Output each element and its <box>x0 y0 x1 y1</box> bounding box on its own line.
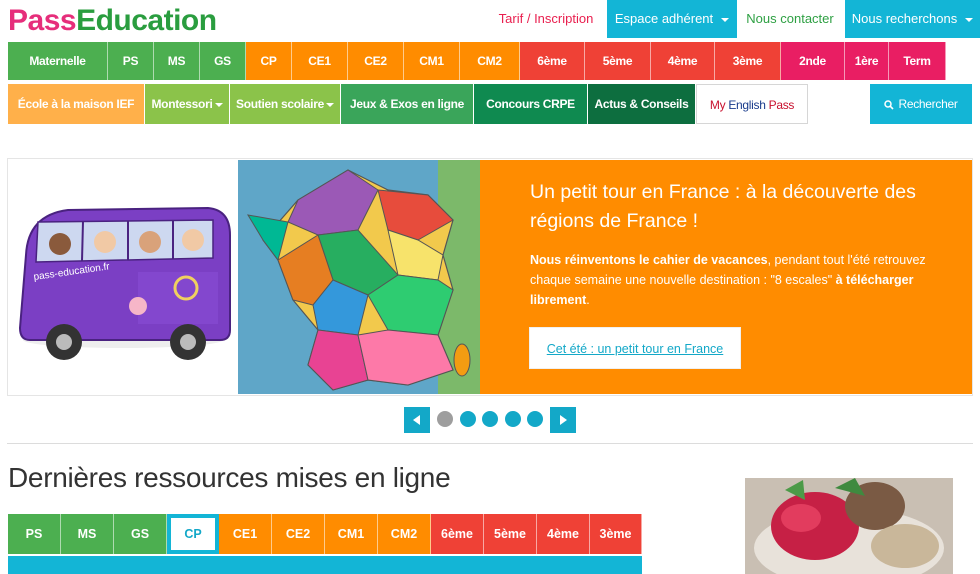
nav-level-maternelle[interactable]: Maternelle <box>8 42 108 80</box>
search-button[interactable]: Rechercher <box>870 84 972 124</box>
slider-dot[interactable] <box>527 411 543 427</box>
nous-contacter-link[interactable]: Nous contacter <box>737 0 843 38</box>
slider-dot[interactable] <box>437 411 453 427</box>
nav-ief-label: École à la maison IEF <box>17 97 135 111</box>
nav-jeux-label: Jeux & Exos en ligne <box>349 97 465 111</box>
resource-tab-ms[interactable]: MS <box>61 514 114 554</box>
english-pass-my: My <box>709 98 729 112</box>
caret-right-icon <box>560 415 567 425</box>
search-icon <box>884 100 895 110</box>
nav-level-6ème[interactable]: 6ème <box>520 42 585 80</box>
nav-actus-conseils[interactable]: Actus & Conseils <box>588 84 695 124</box>
nav-level-gs[interactable]: GS <box>200 42 246 80</box>
resources-level-tabs: PS MS GS CP CE1 CE2 CM1 CM2 6ème 5ème 4ème 3ème <box>8 514 642 554</box>
nav-jeux-exos[interactable]: Jeux & Exos en ligne <box>341 84 473 124</box>
nav-level-term[interactable]: Term <box>889 42 946 80</box>
resource-tab-cp[interactable]: CP <box>167 514 219 554</box>
resources-section-title: Dernières ressources mises en ligne <box>8 462 451 493</box>
nav-actus-label: Actus & Conseils <box>594 97 689 111</box>
resource-tab-gs[interactable]: GS <box>114 514 167 554</box>
slide-text-end: . <box>586 293 590 307</box>
resource-tab-cm1[interactable]: CM1 <box>325 514 378 554</box>
nav-montessori[interactable]: Montessori <box>145 84 229 124</box>
logo-pass-text: Pass <box>8 4 77 37</box>
level-nav: Maternelle PS MS GS CP CE1 CE2 CM1 CM2 6ème 5ème 4è… <box>8 42 972 80</box>
france-map-illustration <box>238 160 480 394</box>
category-nav: École à la maison IEF Montessori Soutien… <box>8 84 972 124</box>
site-logo[interactable]: PassEducation <box>8 2 217 40</box>
slide-title: Un petit tour en France : à la découvert… <box>530 181 916 232</box>
search-label: Rechercher <box>898 97 958 111</box>
slide-description: Nous réinventons le cahier de vacances, … <box>530 250 940 310</box>
slider-next-button[interactable] <box>550 407 576 433</box>
espace-adherent-button[interactable]: Espace adhérent <box>607 0 737 38</box>
nav-level-cm2[interactable]: CM2 <box>460 42 520 80</box>
nav-level-2nde[interactable]: 2nde <box>781 42 845 80</box>
resource-tab-4ème[interactable]: 4ème <box>537 514 590 554</box>
resource-tab-cm2[interactable]: CM2 <box>378 514 431 554</box>
slide-cta-button[interactable]: Cet été : un petit tour en France <box>529 327 741 369</box>
resources-content-bar <box>8 556 642 574</box>
nav-level-ps[interactable]: PS <box>108 42 154 80</box>
chevron-down-icon <box>214 102 223 107</box>
nav-level-1ère[interactable]: 1ère <box>845 42 889 80</box>
nav-level-cm1[interactable]: CM1 <box>404 42 460 80</box>
nav-level-cp[interactable]: CP <box>246 42 292 80</box>
nav-level-5ème[interactable]: 5ème <box>585 42 651 80</box>
nav-level-ce2[interactable]: CE2 <box>348 42 404 80</box>
dessert-photo <box>745 478 953 574</box>
nous-recherchons-label: Nous recherchons <box>851 11 958 26</box>
slider-dot[interactable] <box>460 411 476 427</box>
resource-tab-ps[interactable]: PS <box>8 514 61 554</box>
nav-concours-label: Concours CRPE <box>486 97 575 111</box>
chevron-down-icon <box>965 17 974 22</box>
english-pass-english: English <box>728 98 766 112</box>
slider-dot[interactable] <box>505 411 521 427</box>
nav-soutien-scolaire[interactable]: Soutien scolaire <box>230 84 340 124</box>
nav-level-ms[interactable]: MS <box>154 42 200 80</box>
nav-ief[interactable]: École à la maison IEF <box>8 84 144 124</box>
bus-illustration: pass-education.fr <box>8 160 238 394</box>
chevron-down-icon <box>325 102 334 107</box>
section-divider <box>7 443 973 444</box>
resource-tab-6ème[interactable]: 6ème <box>431 514 484 554</box>
resource-tab-ce1[interactable]: CE1 <box>219 514 272 554</box>
nav-concours-crpe[interactable]: Concours CRPE <box>474 84 587 124</box>
logo-education-text: Education <box>76 4 217 37</box>
nav-level-4ème[interactable]: 4ème <box>651 42 715 80</box>
resource-tab-ce2[interactable]: CE2 <box>272 514 325 554</box>
tarif-inscription-link[interactable]: Tarif / Inscription <box>494 0 598 38</box>
slider-dot[interactable] <box>482 411 498 427</box>
nav-level-3ème[interactable]: 3ème <box>715 42 781 80</box>
resource-tab-5ème[interactable]: 5ème <box>484 514 537 554</box>
slide-text-bold: Nous réinventons le cahier de vacances <box>530 253 768 267</box>
english-pass-pass: Pass <box>765 98 795 112</box>
nav-soutien-label: Soutien scolaire <box>236 97 324 111</box>
espace-adherent-label: Espace adhérent <box>614 11 714 26</box>
chevron-down-icon <box>721 17 730 22</box>
nav-level-ce1[interactable]: CE1 <box>292 42 348 80</box>
nav-my-english-pass[interactable]: My English Pass <box>696 84 808 124</box>
resource-tab-3ème[interactable]: 3ème <box>590 514 642 554</box>
slider-prev-button[interactable] <box>404 407 430 433</box>
nav-montessori-label: Montessori <box>151 97 213 111</box>
nous-recherchons-button[interactable]: Nous recherchons <box>845 0 980 38</box>
caret-left-icon <box>413 415 420 425</box>
